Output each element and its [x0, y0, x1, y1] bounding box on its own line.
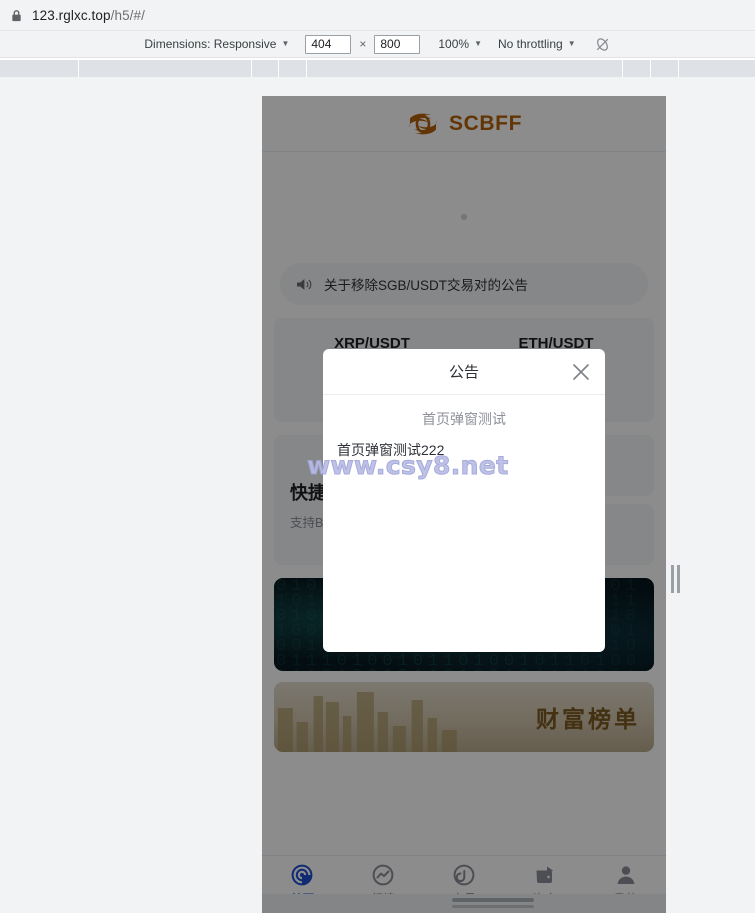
dimensions-times-symbol: ×	[359, 37, 367, 51]
modal-body: 首页弹窗测试 首页弹窗测试222	[323, 395, 605, 652]
viewport-height-input[interactable]	[374, 34, 421, 54]
throttle-label: No throttling	[498, 37, 563, 51]
ruler-tick	[251, 60, 252, 77]
modal-content: 首页弹窗测试222	[337, 442, 445, 458]
chevron-down-icon: ▼	[281, 39, 290, 48]
dimensions-label: Dimensions: Responsive	[144, 37, 277, 51]
modal-subtitle: 首页弹窗测试	[422, 411, 506, 427]
ruler-track	[0, 60, 755, 77]
ruler-tick	[622, 60, 623, 77]
viewport-resize-handle[interactable]	[670, 560, 680, 598]
ruler-tick	[306, 60, 307, 77]
url-path: /h5/#/	[110, 7, 145, 23]
modal-title: 公告	[448, 364, 479, 381]
resize-grip-bar	[676, 565, 680, 593]
throttling-dropdown[interactable]: No throttling ▼	[498, 37, 576, 51]
ruler-tick	[650, 60, 651, 77]
ruler-tick	[278, 60, 279, 77]
app-page: SCBFF 关于移除SGB/USDT交易对的公告 XRP/USDT ETH/US…	[262, 96, 666, 913]
close-icon[interactable]	[570, 361, 592, 383]
lock-icon	[12, 9, 21, 21]
resize-grip-bar	[670, 565, 674, 593]
chevron-down-icon: ▼	[474, 39, 482, 48]
url-host: 123.rglxc.top	[32, 7, 111, 23]
zoom-label: 100%	[438, 37, 470, 51]
dimensions-dropdown[interactable]: Dimensions: Responsive ▼	[144, 37, 289, 51]
ruler-tick	[678, 60, 679, 77]
url-text: 123.rglxc.top/h5/#/	[32, 8, 145, 23]
url-bar[interactable]: 123.rglxc.top/h5/#/	[0, 0, 755, 31]
rotate-device-icon[interactable]	[594, 36, 611, 53]
viewport-ruler	[0, 58, 755, 77]
ruler-tick	[78, 60, 79, 77]
announcement-modal: 公告 首页弹窗测试 首页弹窗测试222	[323, 349, 605, 652]
device-toolbar: Dimensions: Responsive ▼ × 100% ▼ No thr…	[0, 31, 755, 58]
viewport-area: SCBFF 关于移除SGB/USDT交易对的公告 XRP/USDT ETH/US…	[0, 77, 755, 913]
modal-header: 公告	[323, 349, 605, 395]
viewport-width-input[interactable]	[305, 34, 352, 54]
browser-chrome: 123.rglxc.top/h5/#/ Dimensions: Responsi…	[0, 0, 755, 77]
chevron-down-icon: ▼	[567, 39, 576, 48]
zoom-dropdown[interactable]: 100% ▼	[438, 37, 482, 51]
device-viewport: SCBFF 关于移除SGB/USDT交易对的公告 XRP/USDT ETH/US…	[262, 96, 666, 913]
